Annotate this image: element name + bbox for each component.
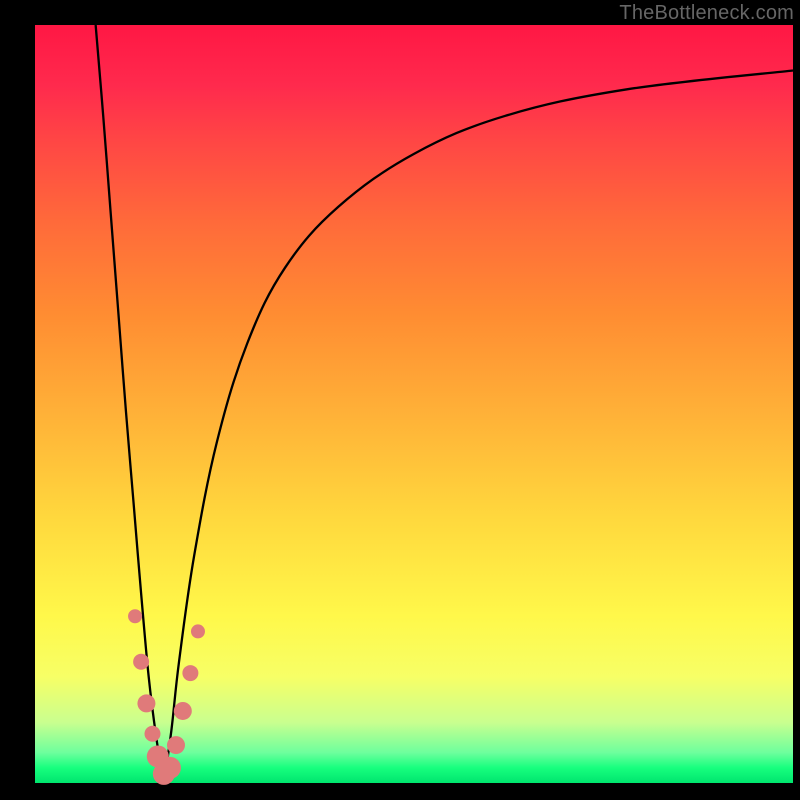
curve-right-branch: [164, 70, 793, 783]
plot-gradient-background: [35, 25, 793, 783]
chart-svg: [35, 25, 793, 783]
data-marker: [128, 609, 142, 623]
watermark-text: TheBottleneck.com: [619, 2, 794, 25]
data-marker: [167, 736, 185, 754]
curve-left-branch: [96, 25, 164, 783]
data-marker: [133, 654, 149, 670]
data-marker: [182, 665, 198, 681]
data-marker: [174, 702, 192, 720]
data-marker: [144, 726, 160, 742]
data-markers: [128, 609, 205, 785]
chart-container: TheBottleneck.com: [0, 0, 800, 800]
data-marker: [191, 624, 205, 638]
data-marker: [137, 694, 155, 712]
data-marker: [159, 757, 181, 779]
